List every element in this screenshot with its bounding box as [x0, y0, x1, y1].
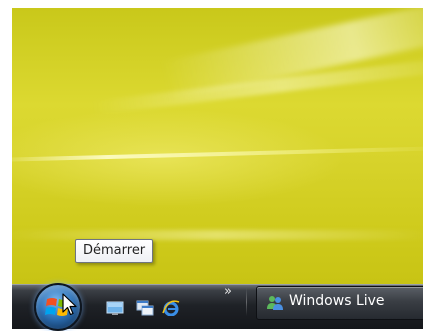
switch-windows-icon[interactable]: [136, 300, 154, 316]
mouse-pointer-icon: [62, 293, 77, 316]
quick-launch-overflow-chevron[interactable]: »: [224, 284, 232, 299]
start-tooltip: Démarrer: [75, 239, 154, 263]
internet-explorer-icon[interactable]: [162, 300, 180, 316]
windows-live-messenger-icon: [267, 296, 283, 310]
taskbar-separator: [246, 288, 247, 316]
wallpaper-light-streak: [12, 230, 423, 240]
show-desktop-icon[interactable]: [106, 300, 124, 316]
desktop-background: [12, 8, 423, 284]
wallpaper-light-streak: [92, 54, 423, 116]
screen: [12, 8, 423, 329]
task-button-windows-live[interactable]: Windows Live: [256, 286, 423, 320]
wallpaper-light-streak: [161, 8, 423, 101]
task-button-label: Windows Live: [289, 293, 385, 309]
wallpaper-light-streak: [12, 145, 423, 163]
